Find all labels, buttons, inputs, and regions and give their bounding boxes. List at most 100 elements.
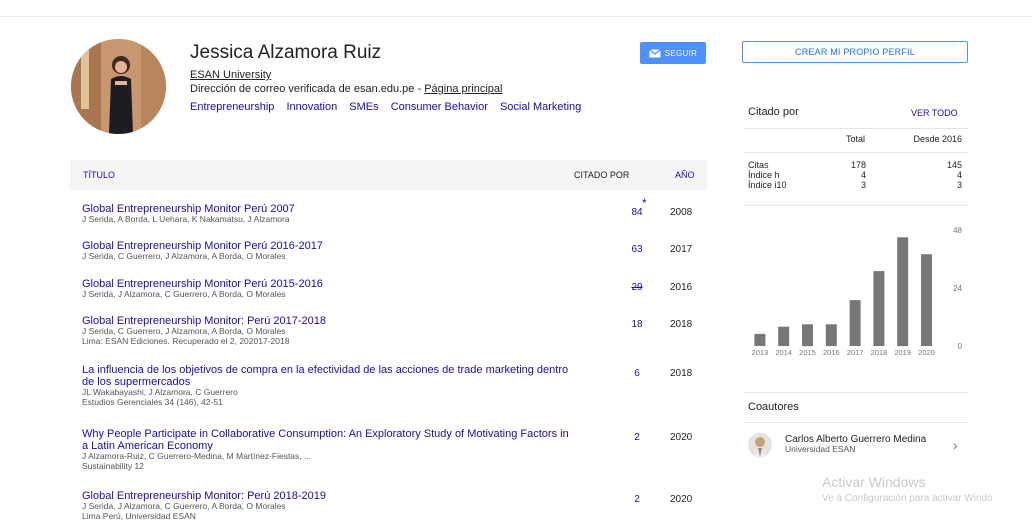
publication-year: 2018	[670, 368, 693, 379]
windows-activation-watermark: Activar Windows	[822, 474, 926, 490]
chart-x-tick-label: 2015	[799, 348, 816, 357]
citation-count[interactable]: 2	[622, 494, 652, 505]
chart-bar-2020[interactable]	[921, 254, 932, 346]
header-divider	[0, 16, 1032, 17]
citation-count[interactable]: 6	[622, 368, 652, 379]
interest-link[interactable]: Social Marketing	[500, 101, 581, 113]
chart-bar-2014[interactable]	[778, 326, 790, 346]
citation-count[interactable]: 84	[622, 207, 652, 218]
citation-stats-table: Total Desde 2016 Citas 178 145 Índice h …	[743, 134, 968, 190]
citation-count[interactable]: 29	[622, 282, 652, 293]
stats-row: Índice h 4 4	[748, 170, 962, 180]
follow-button[interactable]: SEGUIR	[640, 42, 706, 64]
homepage-link[interactable]: Página principal	[424, 83, 502, 95]
interest-link[interactable]: SMEs	[349, 101, 378, 113]
publication-row: Global Entrepreneurship Monitor: Perú 20…	[82, 315, 707, 346]
divider	[743, 128, 968, 129]
mail-icon	[648, 48, 661, 57]
profile-name: Jessica Alzamora Ruiz	[190, 42, 382, 63]
chart-bar-2015[interactable]	[802, 324, 813, 347]
cited-by-title: Citado por	[748, 106, 799, 118]
chart-bar-2013[interactable]	[754, 333, 766, 346]
publication-authors: J Serida, C Guerrero, J Alzamora, A Bord…	[82, 251, 286, 261]
stat-total: 3	[860, 180, 866, 190]
follow-label: SEGUIR	[664, 48, 698, 58]
citation-count[interactable]: 18	[622, 319, 652, 330]
create-profile-button[interactable]: CREAR MI PROPIO PERFIL	[742, 41, 968, 63]
publication-row: Global Entrepreneurship Monitor Perú 200…	[82, 196, 707, 225]
verified-email: Dirección de correo verificada de esan.e…	[190, 83, 502, 95]
publication-source: Lima Perú, Universidad ESAN	[82, 510, 196, 521]
merged-citations-marker: *	[642, 196, 647, 210]
publication-authors: J Serida, J Alzamora, C Guerrero, A Bord…	[82, 289, 286, 299]
chart-y-tick-label: 24	[953, 284, 962, 293]
publication-row: Global Entrepreneurship Monitor: Perú 20…	[82, 490, 707, 521]
coauthor-avatar	[748, 433, 772, 457]
publication-row: Global Entrepreneurship Monitor Perú 201…	[82, 278, 707, 300]
divider	[743, 422, 968, 423]
publication-title[interactable]: La influencia de los objetivos de compra…	[82, 364, 577, 388]
stats-row: Citas 178 145	[748, 160, 962, 170]
col-total: Total	[846, 134, 866, 144]
divider	[743, 205, 968, 206]
chart-bar-2019[interactable]	[897, 237, 909, 347]
sort-by-title[interactable]: TÍTULO	[83, 170, 115, 180]
chart-bar-2018[interactable]	[873, 271, 885, 346]
publication-source: Sustainability 12	[82, 460, 144, 471]
publication-year: 2020	[670, 494, 693, 505]
stat-total: 178	[850, 160, 866, 170]
profile-affiliation-link[interactable]: ESAN University	[190, 69, 271, 81]
chart-y-tick-label: 0	[958, 342, 963, 351]
citation-count[interactable]: 2	[622, 432, 652, 443]
interest-link[interactable]: Consumer Behavior	[391, 101, 488, 113]
citation-count[interactable]: 63	[622, 244, 652, 255]
see-all-link[interactable]: VER TODO	[911, 108, 958, 118]
chart-x-tick-label: 2019	[894, 348, 911, 357]
citations-per-year-chart: 2013 2014 2015 2016 2017 2018 2019 2020 48 24 0	[752, 226, 963, 357]
publication-row: Global Entrepreneurship Monitor Perú 201…	[82, 240, 707, 262]
chart-x-tick-label: 2020	[918, 348, 935, 357]
verified-email-text: Dirección de correo verificada de esan.e…	[190, 83, 425, 95]
coauthor-item[interactable]: Carlos Alberto Guerrero Medina Universid…	[748, 433, 968, 459]
coauthors-title: Coautores	[748, 401, 799, 413]
publication-year: 2018	[670, 319, 693, 330]
publication-authors: J Alzamora-Ruiz, C Guerrero-Medina, M Ma…	[82, 451, 312, 461]
stat-since: 145	[946, 160, 962, 170]
sort-by-citations[interactable]: CITADO POR	[574, 170, 629, 180]
interest-link[interactable]: Innovation	[286, 101, 337, 113]
chart-y-tick-label: 48	[953, 226, 962, 235]
divider	[743, 392, 968, 393]
stat-label: Índice h	[748, 170, 780, 180]
chart-bar-2017[interactable]	[849, 300, 861, 346]
publication-row: Why People Participate in Collaborative …	[82, 428, 707, 471]
stat-since: 4	[956, 170, 962, 180]
chart-x-tick-label: 2014	[775, 348, 792, 357]
stat-label: Índice i10	[748, 180, 787, 190]
divider	[743, 152, 968, 153]
publication-source: Estudios Gerenciales 34 (146), 42-51	[82, 396, 223, 407]
sort-by-year[interactable]: AÑO	[675, 170, 695, 180]
publication-year: 2020	[670, 432, 693, 443]
publication-row: La influencia de los objetivos de compra…	[82, 364, 707, 407]
chart-x-tick-label: 2017	[847, 348, 864, 357]
stat-label: Citas	[748, 160, 769, 170]
col-since: Desde 2016	[913, 134, 962, 144]
chart-bar-2016[interactable]	[825, 324, 837, 347]
stat-since: 3	[956, 180, 962, 190]
publications-table-header: TÍTULO CITADO POR AÑO	[70, 160, 707, 190]
publication-authors: J Serida, A Borda, L Uehara, K Nakamatsu…	[82, 214, 290, 224]
interest-link[interactable]: Entrepreneurship	[190, 101, 274, 113]
stats-row: Índice i10 3 3	[748, 180, 962, 190]
chart-x-tick-label: 2013	[752, 348, 769, 357]
profile-photo	[71, 39, 166, 134]
research-interests: Entrepreneurship Innovation SMEs Consume…	[190, 101, 590, 113]
publication-year: 2017	[670, 244, 693, 255]
publication-title[interactable]: Why People Participate in Collaborative …	[82, 428, 577, 452]
publication-year: 2016	[670, 282, 693, 293]
stat-total: 4	[860, 170, 866, 180]
coauthor-affiliation: Universidad ESAN	[785, 444, 856, 454]
chart-x-tick-label: 2018	[871, 348, 888, 357]
chevron-right-icon: ›	[953, 437, 958, 453]
publication-source: Lima: ESAN Ediciones. Recuperado el 2, 2…	[82, 335, 290, 346]
windows-activation-hint: Ve a Configuración para activar Windo	[822, 493, 993, 504]
